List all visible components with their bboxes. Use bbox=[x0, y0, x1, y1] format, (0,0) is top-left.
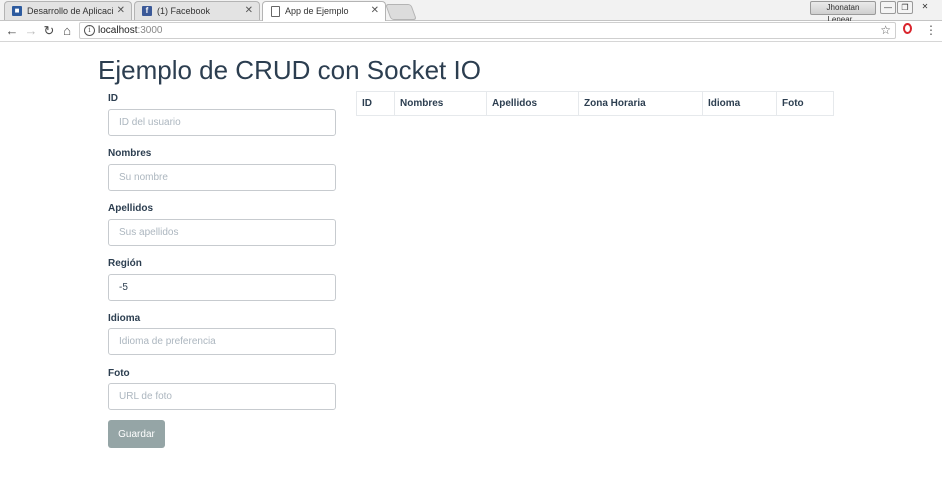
new-tab-button[interactable] bbox=[385, 4, 417, 20]
browser-tab-strip: ■ Desarrollo de Aplicaciones ✕ f (1) Fac… bbox=[0, 0, 942, 24]
tab-desarrollo[interactable]: ■ Desarrollo de Aplicaciones ✕ bbox=[4, 1, 132, 20]
home-icon[interactable]: ⌂ bbox=[60, 23, 74, 38]
page-title: Ejemplo de CRUD con Socket IO bbox=[98, 55, 481, 85]
address-url: localhost:3000 bbox=[98, 25, 163, 36]
column-header-idioma: Idioma bbox=[702, 91, 777, 116]
foto-input[interactable] bbox=[108, 383, 336, 410]
back-arrow-icon[interactable]: ← bbox=[5, 23, 19, 38]
close-tab-icon[interactable]: ✕ bbox=[245, 5, 253, 16]
restore-icon[interactable]: ❐ bbox=[897, 1, 913, 14]
id-label: ID bbox=[108, 93, 118, 104]
column-header-nombres: Nombres bbox=[394, 91, 487, 116]
forward-arrow-icon[interactable]: → bbox=[24, 23, 38, 38]
info-icon[interactable]: i bbox=[84, 25, 95, 36]
reload-icon[interactable]: ↻ bbox=[42, 23, 56, 38]
column-header-id: ID bbox=[356, 91, 395, 116]
profile-icon: ■ bbox=[12, 6, 22, 16]
idioma-input[interactable] bbox=[108, 328, 336, 355]
nombres-input[interactable] bbox=[108, 164, 336, 191]
column-header-zona-horaria: Zona Horaria bbox=[578, 91, 703, 116]
bookmark-star-icon[interactable]: ☆ bbox=[880, 23, 891, 37]
opera-extension-icon[interactable] bbox=[903, 23, 912, 34]
save-button[interactable]: Guardar bbox=[108, 420, 165, 448]
tab-app-de-ejemplo[interactable]: App de Ejemplo ✕ bbox=[262, 1, 386, 21]
tab-label: (1) Facebook bbox=[157, 6, 211, 16]
foto-label: Foto bbox=[108, 368, 130, 379]
facebook-icon: f bbox=[142, 6, 152, 16]
region-label: Región bbox=[108, 258, 142, 269]
column-header-apellidos: Apellidos bbox=[486, 91, 579, 116]
browser-toolbar: ← → ↻ ⌂ i localhost:3000 ☆ ⋮ bbox=[0, 21, 942, 42]
tab-label: App de Ejemplo bbox=[285, 6, 349, 16]
page-icon bbox=[271, 6, 280, 17]
tab-facebook[interactable]: f (1) Facebook ✕ bbox=[134, 1, 260, 20]
nombres-label: Nombres bbox=[108, 148, 152, 159]
address-bar[interactable]: i localhost:3000 ☆ bbox=[79, 22, 896, 39]
idioma-label: Idioma bbox=[108, 313, 141, 324]
menu-kebab-icon[interactable]: ⋮ bbox=[925, 22, 937, 38]
profile-button[interactable]: Jhonatan Lenear... bbox=[810, 1, 876, 24]
minimize-icon[interactable]: — bbox=[880, 1, 896, 14]
tab-label: Desarrollo de Aplicaciones bbox=[27, 6, 113, 16]
users-table: ID Nombres Apellidos Zona Horaria Idioma… bbox=[356, 91, 834, 116]
close-tab-icon[interactable]: ✕ bbox=[371, 5, 379, 16]
column-header-foto: Foto bbox=[776, 91, 834, 116]
region-input[interactable] bbox=[108, 274, 336, 301]
table-header-row: ID Nombres Apellidos Zona Horaria Idioma… bbox=[356, 91, 834, 116]
apellidos-label: Apellidos bbox=[108, 203, 154, 214]
close-tab-icon[interactable]: ✕ bbox=[117, 5, 125, 16]
apellidos-input[interactable] bbox=[108, 219, 336, 246]
close-window-icon[interactable]: ✕ bbox=[918, 1, 932, 12]
id-input[interactable] bbox=[108, 109, 336, 136]
